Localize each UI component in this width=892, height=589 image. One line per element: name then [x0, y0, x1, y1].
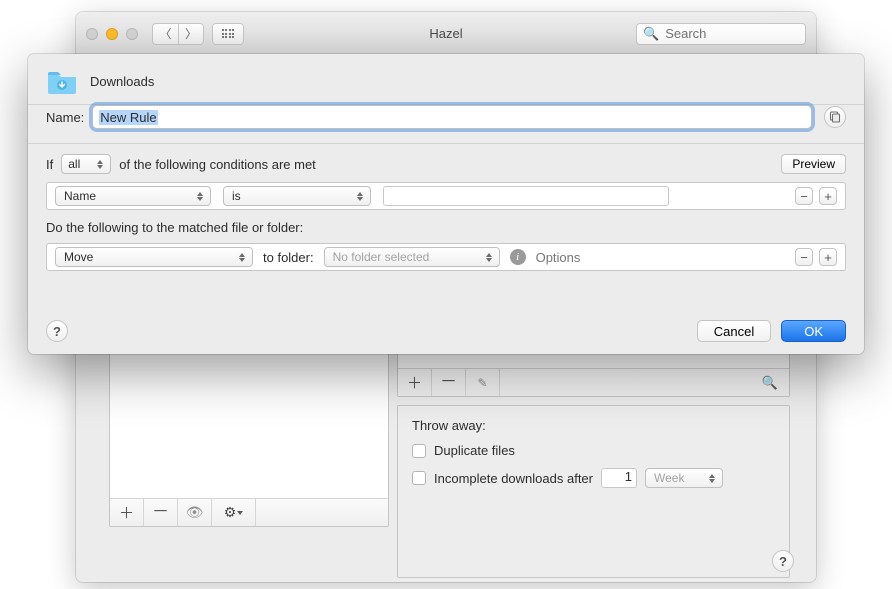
- minus-icon: −: [800, 251, 808, 264]
- incomplete-downloads-label: Incomplete downloads after: [434, 471, 593, 486]
- search-icon: 🔍: [643, 26, 659, 42]
- titlebar: 〈 〉 Hazel 🔍: [76, 12, 816, 56]
- action-options-label[interactable]: Options: [536, 250, 581, 265]
- cancel-button[interactable]: Cancel: [697, 320, 771, 342]
- remove-folder-button[interactable]: －: [144, 499, 178, 526]
- action-verb-value: Move: [64, 250, 93, 264]
- copy-rule-button[interactable]: [824, 106, 846, 128]
- sheet-header: Downloads: [28, 54, 864, 105]
- condition-attribute-popup[interactable]: Name: [55, 186, 211, 206]
- grid-icon: [222, 29, 235, 38]
- condition-scope-value: all: [68, 157, 80, 171]
- folders-list-toolbar: ＋ － 👁 ⚙: [110, 498, 388, 526]
- remove-condition-button[interactable]: −: [795, 187, 813, 205]
- question-mark-icon: ?: [779, 554, 787, 569]
- rules-search-button[interactable]: 🔍: [751, 369, 789, 396]
- minimize-window-button[interactable]: [106, 28, 118, 40]
- help-button[interactable]: ?: [772, 550, 794, 572]
- question-mark-icon: ?: [53, 324, 61, 339]
- duplicate-files-label: Duplicate files: [434, 443, 515, 458]
- toolbar-search-input[interactable]: [663, 25, 816, 42]
- remove-rule-button[interactable]: －: [432, 369, 466, 396]
- throw-away-panel: Throw away: Duplicate files Incomplete d…: [397, 405, 790, 578]
- do-label: Do the following to the matched file or …: [46, 220, 846, 235]
- window-controls: [86, 28, 138, 40]
- copy-icon: [829, 111, 841, 123]
- minus-icon: －: [152, 508, 169, 517]
- if-label: If: [46, 157, 53, 172]
- plus-icon: +: [824, 251, 832, 264]
- folder-actions-menu[interactable]: ⚙: [212, 499, 256, 526]
- pencil-icon: ✎: [477, 376, 487, 390]
- add-action-button[interactable]: +: [819, 248, 837, 266]
- plus-icon: ＋: [407, 372, 422, 393]
- rule-name-row: Name: New Rule: [28, 105, 864, 144]
- minus-icon: −: [800, 190, 808, 203]
- action-target-folder-popup[interactable]: No folder selected: [324, 247, 500, 267]
- toolbar-search-field[interactable]: 🔍: [636, 23, 806, 45]
- condition-scope-popup[interactable]: all: [61, 154, 111, 174]
- rule-editor-sheet: Downloads Name: New Rule If all of the f…: [28, 54, 864, 354]
- nav-forward-button[interactable]: 〉: [178, 23, 204, 45]
- incomplete-downloads-row: Incomplete downloads after 1 Week: [412, 468, 775, 488]
- eye-icon: 👁: [186, 504, 204, 521]
- search-icon: 🔍: [762, 375, 778, 391]
- gear-icon: ⚙: [224, 504, 237, 521]
- zoom-window-button[interactable]: [126, 28, 138, 40]
- ok-button[interactable]: OK: [781, 320, 846, 342]
- if-line: If all of the following conditions are m…: [46, 154, 846, 174]
- downloads-folder-icon: [46, 68, 78, 94]
- incomplete-downloads-value[interactable]: 1: [601, 468, 637, 488]
- preview-folder-button[interactable]: 👁: [178, 499, 212, 526]
- throw-away-heading: Throw away:: [412, 418, 775, 433]
- incomplete-downloads-checkbox[interactable]: [412, 471, 426, 485]
- close-window-button[interactable]: [86, 28, 98, 40]
- chevron-right-icon: 〉: [185, 25, 197, 42]
- add-folder-button[interactable]: ＋: [110, 499, 144, 526]
- rule-name-label: Name:: [46, 110, 84, 125]
- add-condition-button[interactable]: +: [819, 187, 837, 205]
- sheet-folder-name: Downloads: [90, 74, 154, 89]
- sheet-body: If all of the following conditions are m…: [28, 144, 864, 312]
- rule-name-value: New Rule: [99, 110, 157, 125]
- minus-icon: －: [440, 378, 457, 387]
- condition-operator-popup[interactable]: is: [223, 186, 371, 206]
- condition-row: Name is − +: [46, 182, 846, 210]
- action-verb-popup[interactable]: Move: [55, 247, 253, 267]
- plus-icon: ＋: [119, 502, 134, 523]
- info-icon[interactable]: i: [510, 249, 526, 265]
- rules-list-toolbar: ＋ － ✎ 🔍: [398, 368, 789, 396]
- preview-button[interactable]: Preview: [781, 154, 846, 174]
- sheet-footer: ? Cancel OK: [28, 312, 864, 354]
- condition-operator-value: is: [232, 189, 241, 203]
- duplicate-files-checkbox[interactable]: [412, 444, 426, 458]
- action-target-folder-value: No folder selected: [333, 250, 430, 264]
- condition-attribute-value: Name: [64, 189, 96, 203]
- condition-value-field[interactable]: [383, 186, 669, 206]
- nav-back-forward: 〈 〉: [152, 23, 204, 45]
- incomplete-downloads-unit-value: Week: [654, 471, 684, 485]
- action-to-folder-label: to folder:: [263, 250, 314, 265]
- incomplete-downloads-unit-popup[interactable]: Week: [645, 468, 723, 488]
- if-suffix: of the following conditions are met: [119, 157, 316, 172]
- sheet-help-button[interactable]: ?: [46, 320, 68, 342]
- edit-rule-button[interactable]: ✎: [466, 369, 500, 396]
- action-row: Move to folder: No folder selected i Opt…: [46, 243, 846, 271]
- rule-name-field[interactable]: New Rule: [92, 105, 812, 129]
- show-all-button[interactable]: [212, 23, 244, 45]
- duplicate-files-row: Duplicate files: [412, 443, 775, 458]
- add-rule-button[interactable]: ＋: [398, 369, 432, 396]
- chevron-down-icon: [237, 511, 243, 515]
- chevron-left-icon: 〈: [159, 25, 171, 42]
- nav-back-button[interactable]: 〈: [152, 23, 178, 45]
- remove-action-button[interactable]: −: [795, 248, 813, 266]
- plus-icon: +: [824, 190, 832, 203]
